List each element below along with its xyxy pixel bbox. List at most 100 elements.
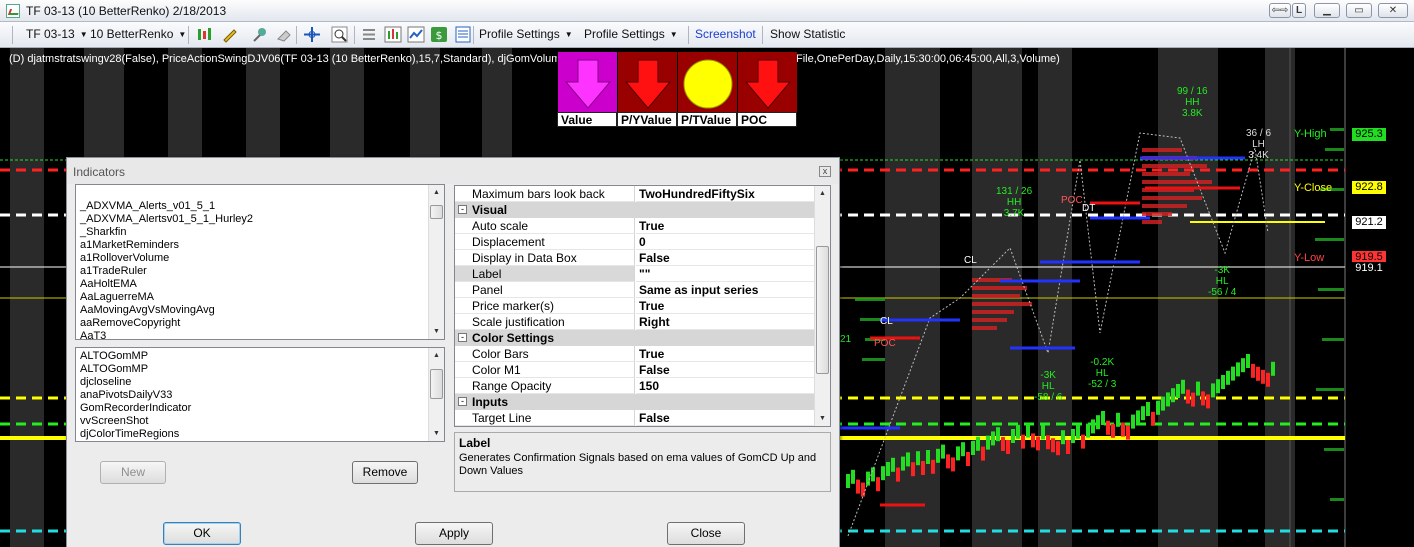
renko-candle bbox=[1221, 375, 1225, 389]
scroll-thumb[interactable] bbox=[816, 246, 829, 374]
dollar-icon[interactable]: $ bbox=[430, 26, 448, 43]
scroll-thumb[interactable] bbox=[430, 205, 443, 219]
available-indicators-list[interactable]: _ADXVMA_Alerts_v01_5_1 _ADXVMA_Alertsv01… bbox=[75, 184, 445, 340]
restore-arrows-icon[interactable]: ⇦⇨ bbox=[1269, 3, 1291, 18]
swing-text: -3K bbox=[1214, 265, 1230, 276]
screenshot-button[interactable]: Screenshot bbox=[695, 27, 756, 41]
scroll-down-icon[interactable]: ▼ bbox=[815, 411, 830, 426]
category-color-settings[interactable]: - Color Settings bbox=[455, 330, 815, 346]
link-button[interactable]: L bbox=[1292, 3, 1306, 18]
property-value[interactable]: "" bbox=[636, 266, 815, 282]
list-item[interactable]: aaRemoveCopyright bbox=[76, 317, 444, 330]
minimize-button[interactable]: ▁ bbox=[1314, 3, 1340, 18]
y-low-label: Y-Low bbox=[1294, 252, 1325, 264]
list-item[interactable]: a1TradeRuler bbox=[76, 265, 444, 278]
apply-button[interactable]: Apply bbox=[415, 522, 493, 545]
indicators-icon[interactable] bbox=[384, 26, 402, 43]
period-selector[interactable]: 10 BetterRenko ▼ bbox=[90, 27, 186, 41]
instrument-selector[interactable]: TF 03-13 ▼ bbox=[26, 27, 88, 41]
collapse-icon[interactable]: - bbox=[458, 333, 467, 342]
list-item[interactable]: AaMovingAvgVsMovingAvg bbox=[76, 304, 444, 317]
property-grid[interactable]: Maximum bars look back TwoHundredFiftySix… bbox=[454, 185, 831, 427]
scroll-down-icon[interactable]: ▼ bbox=[429, 324, 444, 339]
property-value[interactable]: False bbox=[636, 250, 815, 266]
property-value[interactable]: False bbox=[636, 410, 815, 426]
list-item[interactable]: _ADXVMA_Alertsv01_5_1_Hurley2 bbox=[76, 213, 444, 226]
maximize-button[interactable]: ▭ bbox=[1346, 3, 1372, 18]
scroll-up-icon[interactable]: ▲ bbox=[429, 348, 444, 363]
scroll-up-icon[interactable]: ▲ bbox=[815, 186, 830, 201]
list-item[interactable]: a1RolloverVolume bbox=[76, 252, 444, 265]
collapse-icon[interactable]: - bbox=[458, 205, 467, 214]
list-item[interactable]: djColorTimeRegions bbox=[76, 428, 444, 441]
property-value[interactable]: Same as input series bbox=[636, 282, 815, 298]
properties-icon[interactable] bbox=[360, 26, 378, 43]
property-row-selected[interactable]: Label "" bbox=[455, 266, 815, 282]
ok-button[interactable]: OK bbox=[163, 522, 241, 545]
category-inputs[interactable]: - Inputs bbox=[455, 394, 815, 410]
list-item[interactable]: _ADXVMA_Alerts_v01_5_1 bbox=[76, 200, 444, 213]
crosshair-icon[interactable] bbox=[303, 26, 321, 43]
indicator-caption: (D) djatmstratswingv28(False), PriceActi… bbox=[9, 53, 1060, 65]
property-row[interactable]: Maximum bars look back TwoHundredFiftySix bbox=[455, 186, 815, 202]
property-value[interactable]: TwoHundredFiftySix bbox=[636, 186, 815, 202]
scroll-down-icon[interactable]: ▼ bbox=[429, 426, 444, 441]
list-item[interactable]: ALTOGomMP bbox=[76, 363, 444, 376]
new-button[interactable]: New bbox=[100, 461, 166, 484]
list-item[interactable]: AaHoltEMA bbox=[76, 278, 444, 291]
list-item[interactable]: vvScreenShot bbox=[76, 415, 444, 428]
eraser-icon[interactable] bbox=[275, 26, 293, 43]
property-row[interactable]: Panel Same as input series bbox=[455, 282, 815, 298]
property-row[interactable]: Color M1 False bbox=[455, 362, 815, 378]
bar-type-icon[interactable] bbox=[196, 26, 214, 43]
profile-settings-dropdown-2[interactable]: Profile Settings ▼ bbox=[584, 27, 678, 41]
pin-icon[interactable] bbox=[251, 26, 269, 43]
renko-candle bbox=[1166, 392, 1170, 407]
list-item[interactable]: AaLaguerreMA bbox=[76, 291, 444, 304]
property-value[interactable]: 0 bbox=[636, 234, 815, 250]
list-item[interactable]: AaT3 bbox=[76, 330, 444, 339]
list-item[interactable]: a1MarketReminders bbox=[76, 239, 444, 252]
list-item[interactable]: anaPivotsDailyV33 bbox=[76, 389, 444, 402]
property-row[interactable]: Scale justification Right bbox=[455, 314, 815, 330]
strategies-icon[interactable] bbox=[407, 26, 425, 43]
show-statistic-button[interactable]: Show Statistic bbox=[770, 27, 845, 41]
data-box-icon[interactable] bbox=[454, 26, 472, 43]
property-row[interactable]: Color Bars True bbox=[455, 346, 815, 362]
property-value[interactable]: False bbox=[636, 362, 815, 378]
property-row[interactable]: Price marker(s) True bbox=[455, 298, 815, 314]
available-list-scrollbar[interactable]: ▲ ▼ bbox=[428, 185, 444, 339]
list-item[interactable]: _Sharkfin bbox=[76, 226, 444, 239]
indicators-dialog: Indicators x _ADXVMA_Alerts_v01_5_1 _ADX… bbox=[66, 157, 840, 547]
close-window-button[interactable]: ✕ bbox=[1378, 3, 1408, 18]
list-item[interactable]: ALTOGomMP bbox=[76, 350, 444, 363]
scroll-thumb[interactable] bbox=[430, 369, 443, 399]
property-row[interactable]: Range Opacity 150 bbox=[455, 378, 815, 394]
renko-candle bbox=[1026, 423, 1030, 438]
list-item[interactable]: djcloseline bbox=[76, 376, 444, 389]
period-label: 10 BetterRenko bbox=[90, 27, 174, 41]
scroll-up-icon[interactable]: ▲ bbox=[429, 185, 444, 200]
zoom-icon[interactable] bbox=[331, 26, 349, 43]
applied-list-scrollbar[interactable]: ▲ ▼ bbox=[428, 348, 444, 441]
property-grid-scrollbar[interactable]: ▲ ▼ bbox=[814, 186, 830, 426]
category-visual[interactable]: - Visual bbox=[455, 202, 815, 218]
pencil-draw-icon[interactable] bbox=[221, 26, 239, 43]
property-value[interactable]: True bbox=[636, 298, 815, 314]
property-value[interactable]: True bbox=[636, 346, 815, 362]
property-value[interactable]: Right bbox=[636, 314, 815, 330]
ninjatrader-chart-window: TF 03-13 (10 BetterRenko) 2/18/2013 ⇦⇨ L… bbox=[0, 0, 1414, 547]
property-row[interactable]: Displacement 0 bbox=[455, 234, 815, 250]
applied-indicators-list[interactable]: ALTOGomMP ALTOGomMP djcloseline anaPivot… bbox=[75, 347, 445, 442]
property-value[interactable]: 150 bbox=[636, 378, 815, 394]
remove-button[interactable]: Remove bbox=[352, 461, 418, 484]
property-row[interactable]: Auto scale True bbox=[455, 218, 815, 234]
dialog-close-icon[interactable]: x bbox=[819, 166, 831, 177]
property-row[interactable]: Target Line False bbox=[455, 410, 815, 426]
collapse-icon[interactable]: - bbox=[458, 397, 467, 406]
close-button[interactable]: Close bbox=[667, 522, 745, 545]
profile-settings-dropdown-1[interactable]: Profile Settings ▼ bbox=[479, 27, 573, 41]
list-item[interactable]: GomRecorderIndicator bbox=[76, 402, 444, 415]
property-value[interactable]: True bbox=[636, 218, 815, 234]
property-row[interactable]: Display in Data Box False bbox=[455, 250, 815, 266]
